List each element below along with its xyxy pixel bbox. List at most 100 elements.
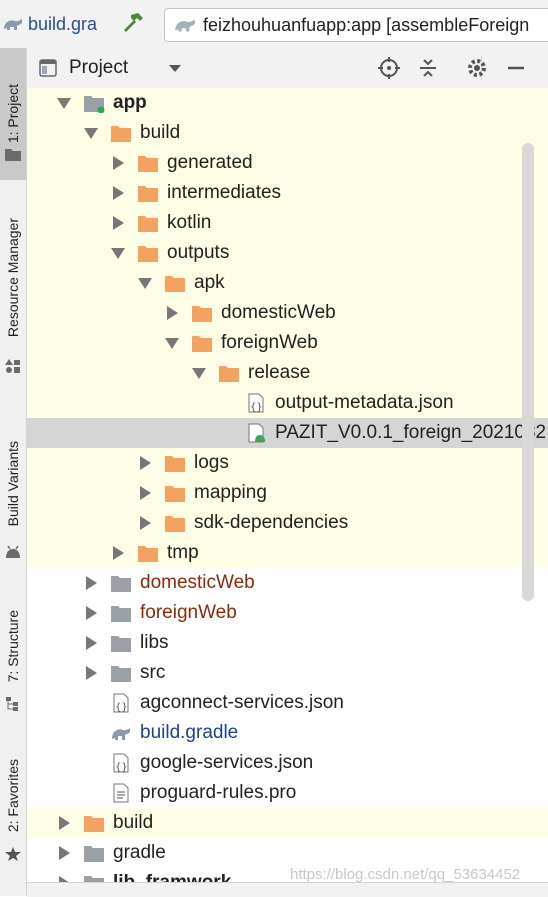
tree-item-label: intermediates [167,182,282,203]
tree-row[interactable]: outputs [27,238,548,268]
tree-row[interactable]: {} output-metadata.json [27,388,548,418]
folder-icon [5,149,21,161]
orange-folder-icon [219,366,239,382]
expanded-arrow-icon[interactable] [111,248,125,259]
collapsed-arrow-icon[interactable] [59,816,70,830]
gray-folder-icon [111,636,131,652]
orange-folder-icon [138,546,158,562]
orange-folder-icon [84,816,104,832]
structure-tool-tab[interactable]: 7: Structure [0,596,26,696]
tree-row[interactable]: apk [27,268,548,298]
tree-row[interactable]: build.gradle [27,718,548,748]
tree-item-label: generated [167,152,253,173]
tree-item-label: domesticWeb [221,302,336,323]
run-configuration-selector[interactable]: feizhouhuanfuapp:app [assembleForeign [164,8,548,42]
tree-row[interactable]: src [27,658,548,688]
collapsed-arrow-icon[interactable] [113,186,124,200]
gradle-icon [175,19,195,32]
expanded-arrow-icon[interactable] [165,338,179,349]
tree-row[interactable]: intermediates [27,178,548,208]
collapsed-arrow-icon[interactable] [113,546,124,560]
tree-row[interactable]: generated [27,148,548,178]
tree-item-label: foreignWeb [221,332,318,353]
tree-row[interactable]: logs [27,448,548,478]
tree-item-label: apk [194,272,225,293]
collapsed-arrow-icon[interactable] [86,576,97,590]
tree-item-label: kotlin [167,212,212,233]
tree-row[interactable]: kotlin [27,208,548,238]
build-variants-tool-tab[interactable]: Build Variants [0,428,26,540]
tree-row[interactable]: libs [27,628,548,658]
collapse-icon[interactable] [416,56,440,80]
gradle-file-icon [112,728,130,740]
gradle-icon [4,19,22,30]
star-icon [5,847,21,861]
collapsed-arrow-icon[interactable] [86,636,97,650]
expanded-arrow-icon[interactable] [138,278,152,289]
tree-row[interactable]: foreignWeb [27,328,548,358]
project-view-icon [39,59,57,77]
collapsed-arrow-icon[interactable] [59,846,70,860]
apk-file-icon [248,423,265,443]
watermark: https://blog.csdn.net/qq_53634452 [290,866,521,883]
orange-folder-icon [138,156,158,172]
text-file-icon [113,783,129,803]
panel-title[interactable]: Project [69,57,128,79]
build-hammer-icon[interactable] [120,10,146,36]
collapsed-arrow-icon[interactable] [167,306,178,320]
tree-item-label: app [113,92,147,113]
svg-text:{}: {} [250,402,263,413]
orange-folder-icon [165,516,185,532]
top-toolbar: build.gra feizhouhuanfuapp:app [assemble… [0,0,548,49]
resource-manager-tool-tab[interactable]: Resource Manager [0,198,26,358]
expanded-arrow-icon[interactable] [57,98,71,109]
expanded-arrow-icon[interactable] [84,128,98,139]
tree-row[interactable]: build [27,808,548,838]
collapsed-arrow-icon[interactable] [140,516,151,530]
favorites-label: 2: Favorites [5,759,21,833]
tree-item-label: build.gradle [140,722,239,743]
orange-folder-icon [165,486,185,502]
minimize-icon[interactable] [504,56,528,80]
view-dropdown-chevron-icon[interactable] [169,65,181,72]
structure-icon [6,697,18,711]
tree-item-label: sdk-dependencies [194,512,349,533]
tree-row[interactable]: gradle [27,838,548,868]
tool-window-strip: 1: Project Resource Manager Build Varian… [0,48,27,896]
tree-row[interactable]: domesticWeb [27,568,548,598]
collapsed-arrow-icon[interactable] [86,666,97,680]
tree-row[interactable]: domesticWeb [27,298,548,328]
tree-row[interactable]: foreignWeb [27,598,548,628]
tree-row[interactable]: tmp [27,538,548,568]
collapsed-arrow-icon[interactable] [113,216,124,230]
vertical-scrollbar[interactable] [522,143,534,601]
tree-row[interactable]: release [27,358,548,388]
locate-icon[interactable] [377,56,401,80]
collapsed-arrow-icon[interactable] [113,156,124,170]
orange-folder-icon [138,216,158,232]
project-tool-label: 1: Project [5,84,21,144]
tree-row[interactable]: proguard-rules.pro [27,778,548,808]
tree-item-label: output-metadata.json [275,392,454,413]
tree-item-label: build [113,812,154,833]
collapsed-arrow-icon[interactable] [86,606,97,620]
file-tab[interactable]: build.gra [0,11,97,37]
tree-row[interactable]: {} google-services.json [27,748,548,778]
tree-row[interactable]: {} agconnect-services.json [27,688,548,718]
gear-icon[interactable] [465,56,489,80]
tree-item-label: foreignWeb [140,602,237,623]
tree-item-label: outputs [167,242,230,263]
collapsed-arrow-icon[interactable] [140,456,151,470]
collapsed-arrow-icon[interactable] [140,486,151,500]
build-variants-label: Build Variants [5,441,21,527]
module-folder-icon [84,96,105,113]
tree-row[interactable]: app [27,88,548,118]
tree-row[interactable]: PAZIT_V0.0.1_foreign_2021032 [27,418,548,448]
expanded-arrow-icon[interactable] [192,368,206,379]
tree-row[interactable]: build [27,118,548,148]
resource-manager-label: Resource Manager [5,218,21,338]
tree-row[interactable]: sdk-dependencies [27,508,548,538]
tree-item-label: src [140,662,166,683]
tree-row[interactable]: mapping [27,478,548,508]
favorites-tool-tab[interactable]: 2: Favorites [0,746,26,846]
